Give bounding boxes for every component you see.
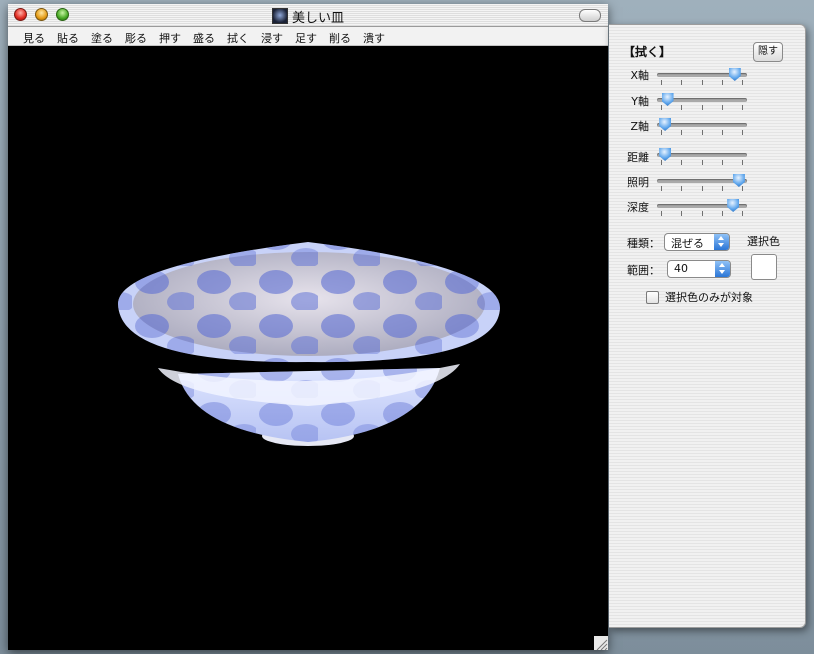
3d-viewport[interactable]: [8, 46, 608, 650]
slider-depth-label: 深度: [627, 201, 649, 214]
toolbar-toggle-button[interactable]: [579, 9, 601, 22]
menu-add[interactable]: 足す: [295, 28, 317, 46]
slider-ticks: [657, 160, 747, 165]
slider-ticks: [657, 211, 747, 216]
resize-handle[interactable]: [594, 636, 608, 650]
menu-crush[interactable]: 潰す: [363, 28, 385, 46]
main-window: 美しい皿 見る 貼る 塗る 彫る 押す 盛る 拭く 浸す 足す 削る 潰す: [8, 4, 608, 650]
slider-ticks: [657, 80, 747, 85]
popup-arrows-icon: [714, 234, 729, 250]
menu-carve[interactable]: 彫る: [125, 28, 147, 46]
menu-press[interactable]: 押す: [159, 28, 181, 46]
menu-soak[interactable]: 浸す: [261, 28, 283, 46]
menu-view[interactable]: 見る: [23, 28, 45, 46]
slider-distance-label: 距離: [627, 151, 649, 164]
range-select[interactable]: 40: [667, 260, 731, 278]
slider-ticks: [657, 105, 747, 110]
slider-y-label: Y軸: [631, 95, 649, 108]
slider-lighting-label: 照明: [627, 176, 649, 189]
popup-arrows-icon: [715, 261, 730, 277]
slider-ticks: [657, 186, 747, 191]
menu-paint[interactable]: 塗る: [91, 28, 113, 46]
title-bar[interactable]: 美しい皿: [8, 4, 608, 27]
window-title-text: 美しい皿: [291, 11, 344, 26]
document-icon: [271, 8, 288, 24]
selected-color-swatch[interactable]: [751, 254, 777, 280]
kind-select-value: 混ぜる: [671, 237, 704, 250]
range-label: 範囲：: [627, 264, 660, 277]
tool-palette: 【拭く】 隠す X軸 Y軸 Z軸 距離 照明 深度 種類： 混ぜる 選択色 範囲…: [609, 24, 806, 628]
menu-wipe[interactable]: 拭く: [227, 28, 249, 46]
only-selected-label: 選択色のみが対象: [665, 291, 753, 304]
menu-heap[interactable]: 盛る: [193, 28, 215, 46]
slider-x-label: X軸: [630, 69, 649, 82]
window-title: 美しい皿: [8, 7, 608, 26]
range-select-value: 40: [674, 262, 688, 275]
kind-select[interactable]: 混ぜる: [664, 233, 730, 251]
slider-ticks: [657, 130, 747, 135]
only-selected-checkbox[interactable]: [646, 291, 659, 304]
menu-bar: 見る 貼る 塗る 彫る 押す 盛る 拭く 浸す 足す 削る 潰す: [8, 27, 608, 46]
palette-title: 【拭く】: [623, 45, 672, 59]
bowl-render: [118, 242, 500, 446]
slider-z-label: Z軸: [630, 120, 649, 133]
kind-label: 種類：: [627, 237, 660, 250]
menu-shave[interactable]: 削る: [329, 28, 351, 46]
menu-paste[interactable]: 貼る: [57, 28, 79, 46]
hide-button[interactable]: 隠す: [753, 42, 783, 62]
selected-color-label: 選択色: [747, 235, 780, 248]
